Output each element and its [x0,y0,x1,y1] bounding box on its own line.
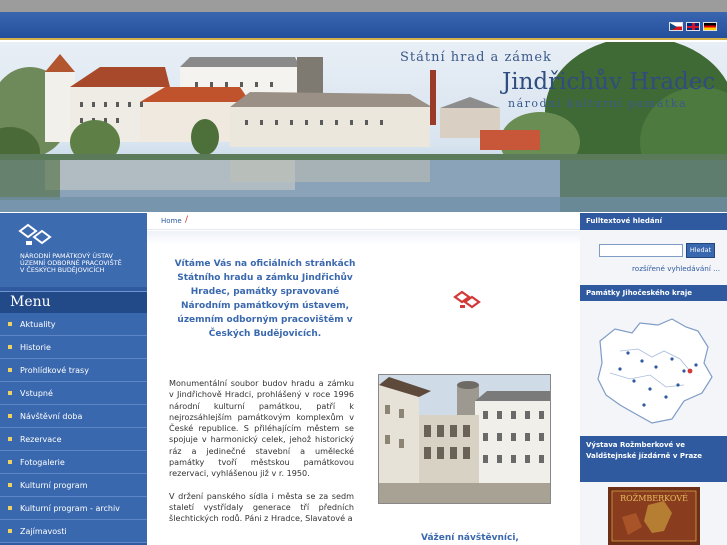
right-sidebar: Fulltextové hledání Hledat rozšířené vyh… [580,213,727,545]
advanced-search-link[interactable]: rozšířené vyhledávání ... [632,264,720,273]
greeting-heading: Vážení návštěvníci, [421,533,519,543]
search-input[interactable] [599,244,683,257]
monuments-title: Památky Jihočeského kraje [586,289,692,297]
npu-red-logo-icon [453,290,481,309]
banner-title: Jindřichův Hradec [502,69,716,95]
bullet-icon [8,437,12,441]
menu-item-label: Historie [20,342,51,352]
banner-tagline: národní kulturní památka [508,97,688,110]
search-panel: Hledat rozšířené vyhledávání ... [580,230,727,283]
breadcrumb: Home / [147,213,580,230]
menu-item-label: Fotogalerie [20,457,65,467]
exhibition-poster[interactable]: ROŽMBERKOVÉ [608,487,700,545]
welcome-band [147,231,580,245]
header-banner: Státní hrad a zámek Jindřichův Hradec ná… [0,42,727,212]
rozmberkove-poster-image: ROŽMBERKOVÉ [608,487,700,545]
bullet-icon [8,322,12,326]
intro-paragraph-1: Monumentální soubor budov hradu a zámku … [169,378,354,479]
main-menu: Aktuality Historie Prohlídkové trasy Vst… [0,313,147,543]
menu-item-label: Zajímavosti [20,526,67,536]
breadcrumb-home-link[interactable]: Home [161,217,182,225]
banner-subtitle: Státní hrad a zámek [400,50,552,65]
language-switcher [669,22,717,31]
menu-item-historie[interactable]: Historie [0,336,147,359]
menu-item-prohlidkove-trasy[interactable]: Prohlídkové trasy [0,359,147,382]
welcome-text: Vítáme Vás na oficiálních stránkách Stát… [174,259,356,339]
menu-item-navstevni-doba[interactable]: Návštěvní doba [0,405,147,428]
search-button[interactable]: Hledat [686,243,715,258]
intro-text: Monumentální soubor budov hradu a zámku … [169,378,354,525]
menu-item-aktuality[interactable]: Aktuality [0,313,147,336]
bullet-icon [8,529,12,533]
monuments-header: Památky Jihočeského kraje [580,285,727,302]
region-map[interactable] [580,301,727,436]
courtyard-image [379,375,550,503]
page: Státní hrad a zámek Jindřichův Hradec ná… [0,0,727,545]
breadcrumb-separator: / [185,215,189,225]
menu-item-zajimavosti[interactable]: Zajímavosti [0,520,147,543]
search-title: Fulltextové hledání [586,217,662,225]
bullet-icon [8,506,12,510]
institution-logo[interactable]: Národní památkový ústav územní odborné p… [0,213,147,287]
bullet-icon [8,414,12,418]
menu-header: Menu [0,291,147,313]
menu-item-kulturni-program[interactable]: Kulturní program [0,474,147,497]
bullet-icon [8,460,12,464]
menu-item-label: Návštěvní doba [20,411,83,421]
poster-text: ROŽMBERKOVÉ [620,494,688,503]
bullet-icon [8,368,12,372]
bullet-icon [8,391,12,395]
german-flag-icon[interactable] [703,22,717,31]
castle-panorama-image [0,42,727,212]
search-header: Fulltextové hledání [580,213,727,230]
institution-name: Národní památkový ústav územní odborné p… [20,252,122,275]
uk-flag-icon[interactable] [686,22,700,31]
czech-flag-icon[interactable] [669,22,683,31]
language-bar [0,12,727,40]
bullet-icon [8,483,12,487]
menu-item-label: Aktuality [20,319,56,329]
menu-item-label: Kulturní program - archiv [20,503,120,513]
menu-item-rezervace[interactable]: Rezervace [0,428,147,451]
left-sidebar: Národní památkový ústav územní odborné p… [0,213,147,545]
menu-item-label: Prohlídkové trasy [20,365,89,375]
main-content: Home / Vítáme Vás na oficiálních stránká… [147,213,580,545]
menu-item-label: Kulturní program [20,480,88,490]
top-strip [0,0,727,12]
menu-item-label: Rezervace [20,434,62,444]
menu-item-vstupne[interactable]: Vstupné [0,382,147,405]
menu-title: Menu [10,294,51,310]
bullet-icon [8,345,12,349]
intro-paragraph-2: V držení panského sídla i města se za se… [169,490,354,524]
exhibition-title[interactable]: Výstava Rožmberkové ve Valdštejnské jízd… [586,440,724,462]
menu-item-label: Vstupné [20,388,53,398]
npu-logo-icon [18,223,52,245]
menu-item-fotogalerie[interactable]: Fotogalerie [0,451,147,474]
menu-item-kulturni-program-archiv[interactable]: Kulturní program - archiv [0,497,147,520]
institution-line-3: v Českých Budějovicích [20,266,105,275]
south-bohemia-map-image [597,318,713,424]
castle-courtyard-photo[interactable] [378,374,551,504]
